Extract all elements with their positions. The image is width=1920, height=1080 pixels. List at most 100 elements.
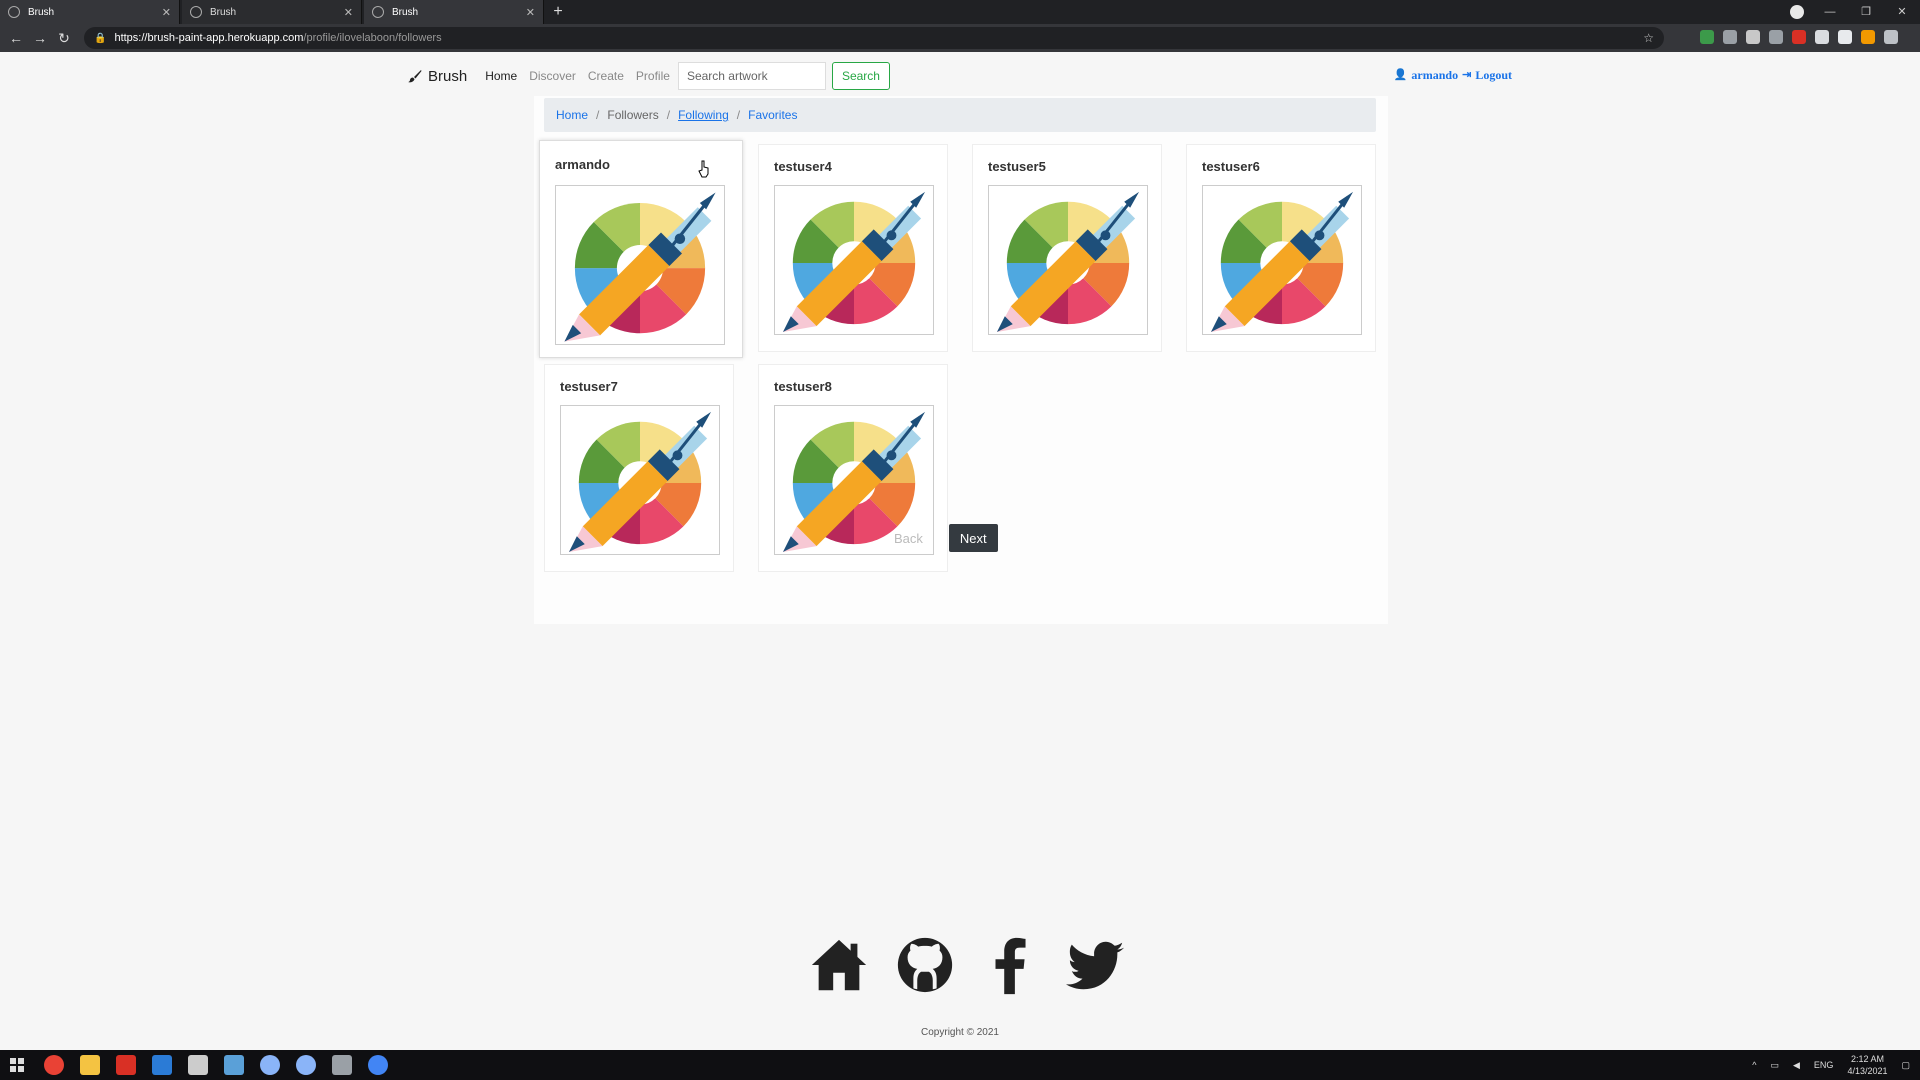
restore-icon[interactable]: ❐ [1848,0,1884,24]
facebook-icon[interactable] [980,934,1042,996]
home-icon[interactable] [808,934,870,996]
back-button[interactable]: Back [894,531,923,546]
user-avatar[interactable] [1202,185,1362,335]
url-path: /profile/ilovelaboon/followers [303,32,442,44]
brush-avatar-icon [556,186,724,344]
browser-tab[interactable]: Brush ✕ [0,0,180,24]
username-link[interactable]: armando [1411,68,1458,83]
twitter-icon[interactable] [1066,934,1128,996]
breadcrumb-followers[interactable]: Followers [607,108,658,122]
breadcrumb-favorites[interactable]: Favorites [748,108,797,122]
user-avatar[interactable] [560,405,720,555]
puzzle-icon[interactable] [1838,30,1852,44]
user-avatar[interactable] [774,185,934,335]
taskbar-apps [44,1055,388,1075]
paintbrush-icon [408,70,422,83]
mouse-cursor-icon [698,160,709,178]
close-icon[interactable]: ✕ [526,6,535,19]
nav-create-link[interactable]: Create [588,69,624,83]
address-bar[interactable]: 🔒 https://brush-paint-app.herokuapp.com … [84,27,1664,49]
app-icon[interactable] [260,1055,280,1075]
new-tab-icon[interactable]: + [548,2,568,22]
app-icon[interactable] [188,1055,208,1075]
app-icon[interactable] [368,1055,388,1075]
breadcrumb-home[interactable]: Home [556,108,588,122]
app-icon[interactable] [224,1055,244,1075]
system-tray: ^ ▭ ◀ ENG 2:12 AM 4/13/2021 ▢ [1752,1052,1910,1078]
network-icon[interactable]: ▭ [1770,1060,1779,1071]
close-icon[interactable]: ✕ [162,6,171,19]
browser-tabbar: Brush ✕ Brush ✕ Brush ✕ + — ❐ ✕ [0,0,1920,24]
extension-icon[interactable] [1815,30,1829,44]
lock-icon: 🔒 [94,32,107,44]
brush-avatar-icon [1203,186,1361,334]
notifications-icon[interactable]: ▢ [1901,1060,1910,1071]
search-input[interactable] [677,62,826,90]
vscode-icon[interactable] [152,1055,172,1075]
brand-logo[interactable]: Brush [408,68,467,85]
clock[interactable]: 2:12 AM 4/13/2021 [1847,1053,1887,1077]
clock-date: 4/13/2021 [1847,1066,1888,1076]
github-icon[interactable] [894,934,956,996]
footer-icons [808,934,1128,996]
nav-home-link[interactable]: Home [485,69,517,83]
windows-start-icon[interactable] [10,1058,24,1072]
extension-icons [1700,30,1898,44]
user-card[interactable]: testuser6 [1186,144,1376,352]
reload-icon[interactable]: ↻ [54,28,74,48]
file-explorer-icon[interactable] [80,1055,100,1075]
bookmark-star-icon[interactable]: ☆ [1643,31,1654,45]
user-card-name: testuser5 [988,159,1046,174]
forward-arrow-icon[interactable]: → [30,28,50,48]
close-window-icon[interactable]: ✕ [1884,0,1920,24]
browser-profile-icon[interactable] [1790,5,1804,19]
extension-icon[interactable] [1792,30,1806,44]
extension-icon[interactable] [1746,30,1760,44]
user-avatar[interactable] [988,185,1148,335]
user-avatar[interactable] [555,185,725,345]
user-icon: 👤 [1393,69,1408,81]
user-card[interactable]: testuser4 [758,144,948,352]
close-icon[interactable]: ✕ [344,6,353,19]
extension-icon[interactable] [1723,30,1737,44]
nav-profile-link[interactable]: Profile [636,69,670,83]
volume-icon[interactable]: ◀ [1793,1060,1800,1071]
language-indicator[interactable]: ENG [1814,1060,1834,1070]
browser-tab[interactable]: Brush ✕ [182,0,362,24]
next-button[interactable]: Next [948,524,998,552]
breadcrumb-separator: / [596,108,600,122]
tab-title: Brush [392,6,419,18]
page: Brush Home Discover Create Profile Searc… [0,52,1920,1050]
fox-extension-icon[interactable] [1861,30,1875,44]
menu-dots-icon[interactable] [1884,30,1898,44]
user-card[interactable]: testuser7 [544,364,734,572]
user-card-name: testuser6 [1202,159,1260,174]
window-controls: — ❐ ✕ [1812,0,1920,24]
extension-icon[interactable] [1769,30,1783,44]
chrome-icon[interactable] [44,1055,64,1075]
tab-title: Brush [210,6,237,18]
user-card[interactable]: testuser5 [972,144,1162,352]
logout-link[interactable]: Logout [1475,68,1512,83]
tab-favicon-icon [8,6,20,18]
user-area: 👤 armando ⇥ Logout [1394,68,1512,83]
app-icon[interactable] [332,1055,352,1075]
user-card[interactable]: armando [539,140,743,358]
app-icon[interactable] [116,1055,136,1075]
nav-discover-link[interactable]: Discover [529,69,576,83]
search-button[interactable]: Search [831,62,890,90]
breadcrumb-following[interactable]: Following [678,108,729,122]
breadcrumb-separator: / [736,108,741,122]
user-card-name: testuser4 [774,159,832,174]
breadcrumb: Home / Followers / Following / Favorites [544,98,1376,132]
minimize-icon[interactable]: — [1812,0,1848,24]
logout-icon: ⇥ [1462,69,1472,81]
browser-tab[interactable]: Brush ✕ [364,0,544,24]
back-arrow-icon[interactable]: ← [6,28,26,48]
chevron-up-icon[interactable]: ^ [1752,1060,1756,1070]
extension-icon[interactable] [1700,30,1714,44]
tab-favicon-icon [190,6,202,18]
app-icon[interactable] [296,1055,316,1075]
brush-avatar-icon [989,186,1147,334]
site-navbar: Brush Home Discover Create Profile Searc… [398,58,1522,94]
